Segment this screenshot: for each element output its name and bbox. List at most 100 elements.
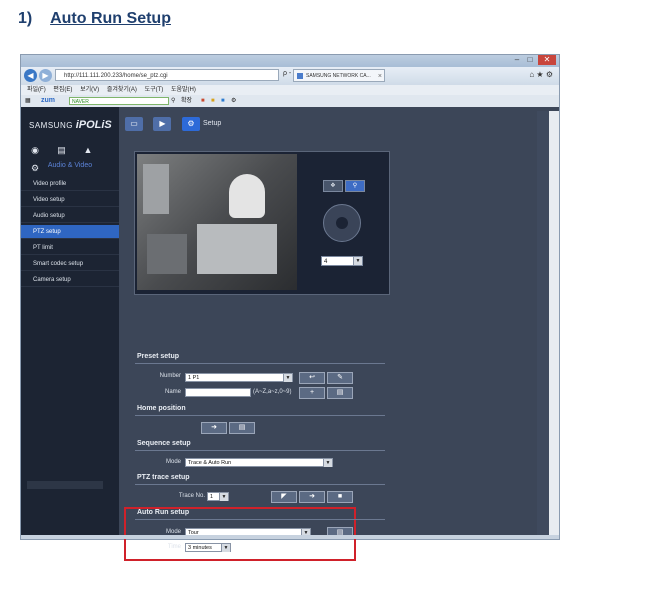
menu-tools[interactable]: 도구(T) (145, 87, 164, 93)
browser-menubar: 파일(F) 편집(E) 보기(V) 즐겨찾기(A) 도구(T) 도움말(H) (21, 85, 559, 95)
preset-number-select[interactable]: 1 P1 ▼ (185, 373, 293, 382)
auto-run-time-select[interactable]: 3 minutes ▼ (185, 543, 231, 552)
tab-title: SAMSUNG NETWORK CA... (306, 73, 371, 79)
browser-toolbar: ▦ zum NAVER ⚲ 확장 ■ ■ ■ ⚙ (21, 95, 559, 107)
auto-run-setup-title: Auto Run setup (137, 509, 190, 516)
sidebar-item-audio-setup[interactable]: Audio setup (21, 209, 119, 223)
toolbar-brand[interactable]: zum (41, 95, 55, 107)
window-titlebar: – □ ✕ (21, 55, 559, 67)
browser-tab[interactable]: SAMSUNG NETWORK CA... × (293, 69, 385, 82)
browser-statusbar (21, 535, 559, 539)
menu-help[interactable]: 도움말(H) (171, 87, 196, 93)
favorites-icon[interactable]: ★ (536, 70, 543, 79)
logo-brand: SAMSUNG (29, 121, 73, 130)
home-icon[interactable]: ⌂ (529, 70, 534, 79)
sidebar-item-video-setup[interactable]: Video setup (21, 193, 119, 207)
logo-product: iPOLiS (75, 119, 112, 131)
toolbar-share-icon[interactable]: ■ (221, 95, 225, 107)
ptz-speed-value: 4 (324, 259, 328, 265)
toolbar-search-input[interactable]: NAVER (69, 97, 169, 105)
chevron-down-icon: ▼ (219, 493, 228, 501)
toolbar-mail-icon[interactable]: ■ (211, 95, 215, 107)
video-desk (197, 224, 277, 274)
settings-gear-icon[interactable]: ⚙ (546, 70, 553, 79)
ptz-preview-panel: ❖ ⚲ 4 ▼ (134, 151, 390, 295)
preset-edit-button[interactable]: ✎ (327, 372, 353, 384)
sidebar-category-icons: ◉ ▤ ▲ ⚙ (29, 140, 119, 176)
playback-icon[interactable]: ▶ (153, 117, 172, 131)
main-tabs: ▭ ▶ ⚙ (125, 117, 206, 135)
ptz-zoom-button[interactable]: ⚲ (345, 180, 365, 192)
menu-edit[interactable]: 편집(E) (53, 87, 72, 93)
browser-window: – □ ✕ ◀ ▶ http://111.111.200.233/home/se… (20, 54, 560, 561)
sidebar-item-video-profile[interactable]: Video profile (21, 177, 119, 191)
home-goto-button[interactable]: ➜ (201, 422, 227, 434)
live-view-icon[interactable]: ▭ (125, 117, 143, 131)
trace-stop-button[interactable]: ■ (327, 491, 353, 503)
live-video (137, 154, 297, 290)
trace-run-button[interactable]: ➜ (299, 491, 325, 503)
trace-memorize-button[interactable]: ◤ (271, 491, 297, 503)
preset-delete-button[interactable]: ▤ (327, 387, 353, 399)
divider (135, 519, 385, 520)
sidebar-item-smart-codec[interactable]: Smart codec setup (21, 257, 119, 271)
url-input[interactable]: http://111.111.200.233/home/se_ptz.cgi (55, 69, 279, 81)
video-audio-icon[interactable]: ◉ (29, 144, 41, 156)
tab-favicon-icon (297, 73, 303, 79)
event-icon[interactable]: ▲ (82, 144, 94, 156)
ptz-speed-select[interactable]: 4 ▼ (321, 256, 363, 266)
trace-number-select[interactable]: 1 ▼ (207, 492, 229, 501)
menu-view[interactable]: 보기(V) (80, 87, 99, 93)
back-icon[interactable]: ◀ (24, 69, 37, 82)
address-bar: ◀ ▶ http://111.111.200.233/home/se_ptz.c… (21, 67, 559, 85)
preset-number-label: Number (159, 373, 181, 379)
menu-file[interactable]: 파일(F) (27, 87, 46, 93)
home-delete-button[interactable]: ▤ (229, 422, 255, 434)
sidebar-item-pt-limit[interactable]: PT limit (21, 241, 119, 255)
auto-run-time-label: Time (167, 544, 181, 550)
setup-gear-icon[interactable]: ⚙ (181, 117, 200, 131)
sequence-mode-label: Mode (165, 459, 181, 465)
chevron-down-icon: ▼ (221, 544, 230, 552)
network-icon[interactable]: ▤ (55, 144, 67, 156)
tab-close-icon[interactable]: × (378, 70, 382, 83)
preset-name-hint: (A~Z,a~z,0~9) (253, 389, 292, 395)
toolbar-extra[interactable]: 확장 (181, 95, 192, 107)
divider (135, 415, 385, 416)
ptz-move-button[interactable]: ❖ (323, 180, 343, 192)
divider (135, 450, 385, 451)
web-viewer: SAMSUNG iPOLiS ◉ ▤ ▲ ⚙ Audio & Video Vid… (21, 107, 559, 561)
forward-icon[interactable]: ▶ (39, 69, 52, 82)
sidebar-item-camera-setup[interactable]: Camera setup (21, 273, 119, 287)
heading-number: 1) (18, 10, 33, 27)
sidebar-bottom-bar (27, 481, 103, 489)
video-shelf (143, 164, 169, 214)
ptz-direction-pad[interactable] (323, 204, 361, 242)
preset-name-label: Name (164, 389, 181, 395)
chevron-down-icon: ▼ (283, 374, 292, 382)
vertical-scrollbar[interactable] (549, 111, 559, 535)
toolbar-search-icon[interactable]: ⚲ (171, 95, 175, 107)
sequence-setup-title: Sequence setup (137, 440, 191, 447)
chevron-down-icon: ▼ (353, 257, 362, 265)
toolbar-bookmark-icon[interactable]: ■ (201, 95, 205, 107)
ptz-center-icon[interactable] (336, 217, 348, 229)
maximize-icon[interactable]: □ (524, 55, 536, 65)
menu-favorites[interactable]: 즐겨찾기(A) (107, 87, 137, 93)
preset-add-button[interactable]: + (299, 387, 325, 399)
trace-number-label: Trace No. (178, 493, 205, 499)
toolbar-tools-icon[interactable]: ⚙ (231, 95, 236, 107)
sequence-mode-select[interactable]: Trace & Auto Run ▼ (185, 458, 333, 467)
sidebar-section-title: Audio & Video (47, 162, 93, 169)
divider (135, 484, 385, 485)
browser-right-icons: ⌂ ★ ⚙ (529, 70, 553, 79)
preset-goto-button[interactable]: ↩ (299, 372, 325, 384)
sidebar-item-ptz-setup[interactable]: PTZ setup (21, 225, 119, 239)
toolbar-grid-icon[interactable]: ▦ (25, 95, 31, 107)
minimize-icon[interactable]: – (511, 55, 523, 65)
close-icon[interactable]: ✕ (538, 55, 556, 65)
heading-title: Auto Run Setup (50, 10, 171, 27)
preset-number-value: 1 P1 (188, 375, 200, 381)
preset-setup-title: Preset setup (137, 353, 180, 360)
preset-name-input[interactable] (185, 388, 251, 397)
